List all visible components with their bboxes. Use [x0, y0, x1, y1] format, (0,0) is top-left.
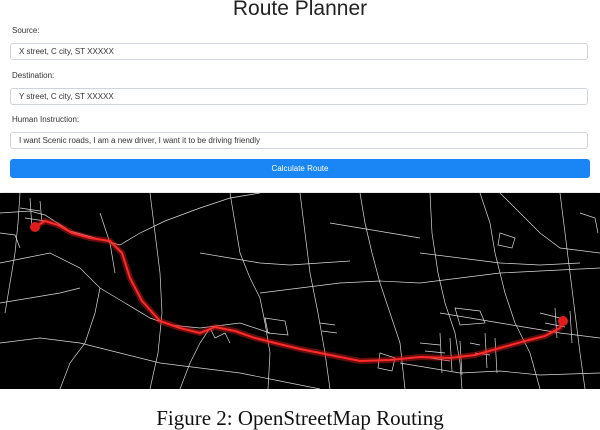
road-network	[0, 193, 600, 389]
route-map[interactable]	[0, 193, 600, 389]
route-planner-panel: Route Planner Source: X street, C city, …	[0, 0, 600, 192]
end-marker	[558, 316, 568, 326]
instruction-value: I want Scenic roads, I am a new driver, …	[19, 136, 260, 145]
route-path	[32, 218, 566, 364]
page-title: Route Planner	[232, 0, 368, 20]
map-canvas	[0, 193, 600, 389]
destination-label: Destination:	[12, 71, 55, 80]
start-marker	[30, 222, 40, 232]
destination-value: Y street, C city, ST XXXXX	[19, 92, 114, 101]
source-value: X street, C city, ST XXXXX	[19, 47, 114, 56]
figure-caption: Figure 2: OpenStreetMap Routing	[156, 406, 444, 430]
calculate-route-button[interactable]: Calculate Route	[10, 159, 590, 178]
destination-input[interactable]: Y street, C city, ST XXXXX	[10, 88, 588, 105]
instruction-label: Human Instruction:	[12, 115, 80, 124]
source-input[interactable]: X street, C city, ST XXXXX	[10, 43, 588, 60]
instruction-input[interactable]: I want Scenic roads, I am a new driver, …	[10, 132, 588, 149]
source-label: Source:	[12, 26, 40, 35]
